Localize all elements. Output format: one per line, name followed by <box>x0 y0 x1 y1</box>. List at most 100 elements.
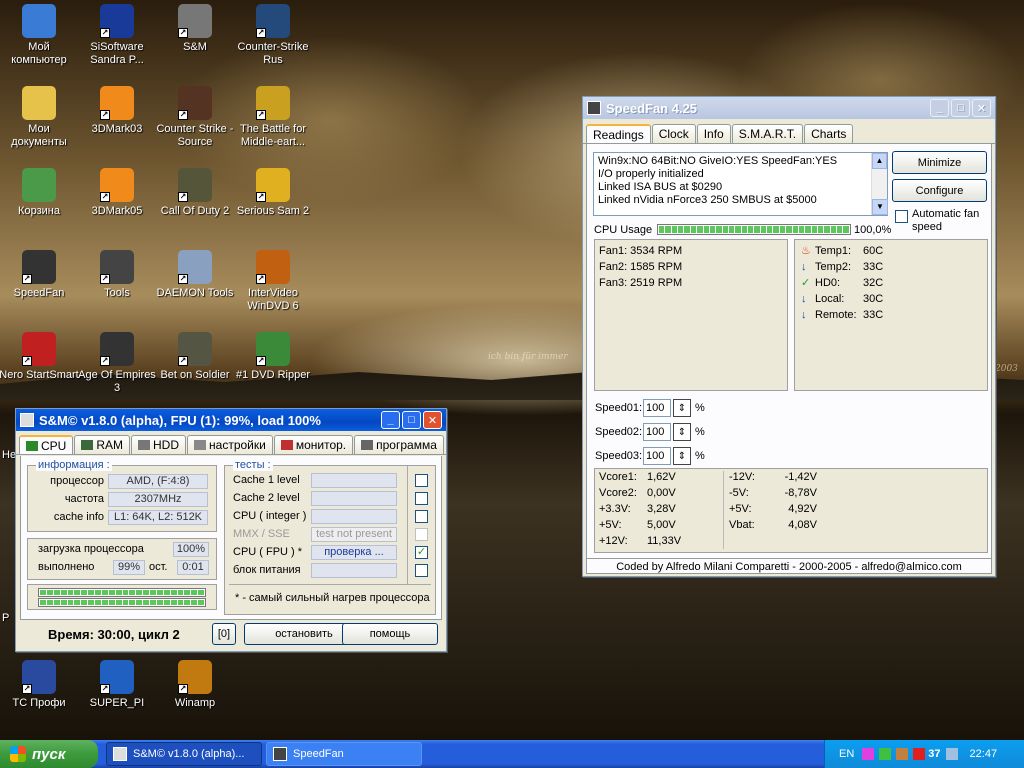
shortcut-arrow-icon: ↗ <box>22 356 32 366</box>
tab-clock[interactable]: Clock <box>651 124 696 143</box>
daemon-tools-icon: ↗ <box>178 250 212 284</box>
minimize-window-button[interactable]: _ <box>381 411 400 429</box>
start-button[interactable]: пуск <box>0 740 98 768</box>
close-window-button[interactable]: ✕ <box>423 411 442 429</box>
tab-hdd[interactable]: HDD <box>131 435 187 454</box>
desktop-icon[interactable]: ↗ 3DMark03 <box>77 86 157 136</box>
maximize-window-button[interactable]: □ <box>951 99 970 117</box>
desktop-icon[interactable]: ↗ 3DMark05 <box>77 168 157 218</box>
info-value: 2307MHz <box>108 492 208 507</box>
shortcut-arrow-icon: ↗ <box>100 356 110 366</box>
info-group-title: информация : <box>36 459 112 471</box>
test-checkbox[interactable] <box>415 474 428 487</box>
tab-info[interactable]: Info <box>696 124 731 143</box>
log-textbox[interactable]: Win9x:NO 64Bit:NO GiveIO:YES SpeedFan:YE… <box>593 152 888 216</box>
voltage-value: -1,42V <box>784 471 817 483</box>
desktop-icon[interactable]: ↗ InterVideo WinDVD 6 <box>233 250 313 313</box>
configure-button[interactable]: Configure <box>892 179 987 202</box>
voltage-value: 4,92V <box>788 503 817 515</box>
dvd-ripper-icon: ↗ <box>256 332 290 366</box>
tab-settings[interactable]: настройки <box>187 435 273 454</box>
log-line: Linked ISA BUS at $0290 <box>598 181 723 193</box>
taskbar-button-speedfan[interactable]: SpeedFan <box>266 742 422 766</box>
desktop-icon[interactable]: Мои документы <box>0 86 79 149</box>
tray-app-icon[interactable] <box>862 748 875 760</box>
log-line: Win9x:NO 64Bit:NO GiveIO:YES SpeedFan:YE… <box>598 155 838 167</box>
tab-cpu[interactable]: CPU <box>19 435 74 454</box>
desktop-icon[interactable]: ↗ DAEMON Tools <box>155 250 235 300</box>
sm-titlebar[interactable]: S&M© v1.8.0 (alpha), FPU (1): 99%, load … <box>16 409 446 431</box>
desktop-icon[interactable]: ↗ #1 DVD Ripper <box>233 332 313 382</box>
log-scrollbar[interactable]: ▲ ▼ <box>871 153 888 215</box>
automatic-fan-speed-checkbox[interactable] <box>895 210 908 223</box>
minimize-button[interactable]: Minimize <box>892 151 987 174</box>
cs-source-icon: ↗ <box>178 86 212 120</box>
desktop-icon-label: Bet on Soldier <box>160 369 230 381</box>
clock[interactable]: 22:47 <box>970 748 998 760</box>
desktop-icon-label: DAEMON Tools <box>156 287 234 299</box>
desktop-icon[interactable]: ↗ SUPER_PI <box>77 660 157 710</box>
language-indicator[interactable]: EN <box>839 748 854 760</box>
test-checkbox[interactable] <box>415 510 428 523</box>
tab-smart[interactable]: S.M.A.R.T. <box>731 124 804 143</box>
tab-readings[interactable]: Readings <box>586 124 651 143</box>
test-checkbox[interactable] <box>415 564 428 577</box>
test-label: Cache 2 level <box>233 492 300 504</box>
desktop-icon[interactable]: ↗ S&M <box>155 4 235 54</box>
desktop-icon[interactable]: ↗ SpeedFan <box>0 250 79 300</box>
tab-label: монитор. <box>295 438 347 452</box>
speed-spinner-icon[interactable]: ⇕ <box>673 447 691 465</box>
desktop-icon[interactable]: ↗ TC Профи <box>0 660 79 710</box>
tab-ram[interactable]: RAM <box>74 435 131 454</box>
tray-temperature[interactable]: 37 <box>928 748 940 760</box>
scroll-down-icon[interactable]: ▼ <box>872 199 888 215</box>
desktop-icon[interactable]: ↗ Call Of Duty 2 <box>155 168 235 218</box>
speed-input[interactable]: 100 <box>643 447 671 465</box>
desktop-icon[interactable]: ↗ Bet on Soldier <box>155 332 235 382</box>
desktop-icon[interactable]: ↗ Serious Sam 2 <box>233 168 313 218</box>
desktop-icon-label: SUPER_PI <box>89 697 145 709</box>
tray-network-icon[interactable] <box>879 748 892 760</box>
desktop-icon[interactable]: ↗ SiSoftware Sandra P... <box>77 4 157 67</box>
desktop-icon[interactable]: ↗ Counter-Strike Rus <box>233 4 313 67</box>
test-checkbox[interactable] <box>415 528 428 541</box>
tab-charts[interactable]: Charts <box>804 124 854 143</box>
help-button[interactable]: помощь <box>342 623 438 645</box>
speed-input[interactable]: 100 <box>643 423 671 441</box>
shortcut-arrow-icon: ↗ <box>100 192 110 202</box>
tray-tools-icon[interactable] <box>896 748 909 760</box>
minimize-window-button[interactable]: _ <box>930 99 949 117</box>
speed-spinner-icon[interactable]: ⇕ <box>673 399 691 417</box>
done-value: 99% <box>113 560 145 575</box>
sm-tabs: CPU RAM HDD настройки монитор. программа <box>16 435 446 455</box>
tab-monitor[interactable]: монитор. <box>273 435 354 454</box>
percent-label: % <box>695 426 705 438</box>
taskbar-button-sm[interactable]: S&M© v1.8.0 (alpha)... <box>106 742 262 766</box>
shortcut-arrow-icon: ↗ <box>22 274 32 284</box>
desktop-icon[interactable]: ↗ Tools <box>77 250 157 300</box>
close-window-button[interactable]: ✕ <box>972 99 991 117</box>
arrow-down-icon: ↓ <box>801 261 807 273</box>
desktop-icon[interactable]: ↗ The Battle for Middle-eart... <box>233 86 313 149</box>
desktop-icon[interactable]: Мой компьютер <box>0 4 79 67</box>
desktop-icon[interactable]: ↗ Age Of Empires 3 <box>77 332 157 395</box>
maximize-window-button[interactable]: □ <box>402 411 421 429</box>
speed-spinner-icon[interactable]: ⇕ <box>673 423 691 441</box>
desktop-icon[interactable]: ↗ Nero StartSmart <box>0 332 79 382</box>
tray-antivirus-icon[interactable] <box>913 748 926 760</box>
superpi-icon: ↗ <box>100 660 134 694</box>
info-label: процессор <box>50 475 104 487</box>
test-checkbox[interactable] <box>415 492 428 505</box>
serious-sam-icon: ↗ <box>256 168 290 202</box>
desktop-icon[interactable]: Корзина <box>0 168 79 218</box>
speedfan-titlebar[interactable]: SpeedFan 4.25 _ □ ✕ <box>583 97 995 119</box>
volume-icon[interactable] <box>945 748 958 760</box>
desktop-icon[interactable]: ↗ Counter Strike - Source <box>155 86 235 149</box>
test-checkbox[interactable]: ✓ <box>415 546 428 559</box>
settings-icon <box>194 440 207 450</box>
speed-input[interactable]: 100 <box>643 399 671 417</box>
zero-button[interactable]: [0] <box>212 623 236 645</box>
scroll-up-icon[interactable]: ▲ <box>872 153 887 169</box>
desktop-icon[interactable]: ↗ Winamp <box>155 660 235 710</box>
tab-program[interactable]: программа <box>354 435 444 454</box>
